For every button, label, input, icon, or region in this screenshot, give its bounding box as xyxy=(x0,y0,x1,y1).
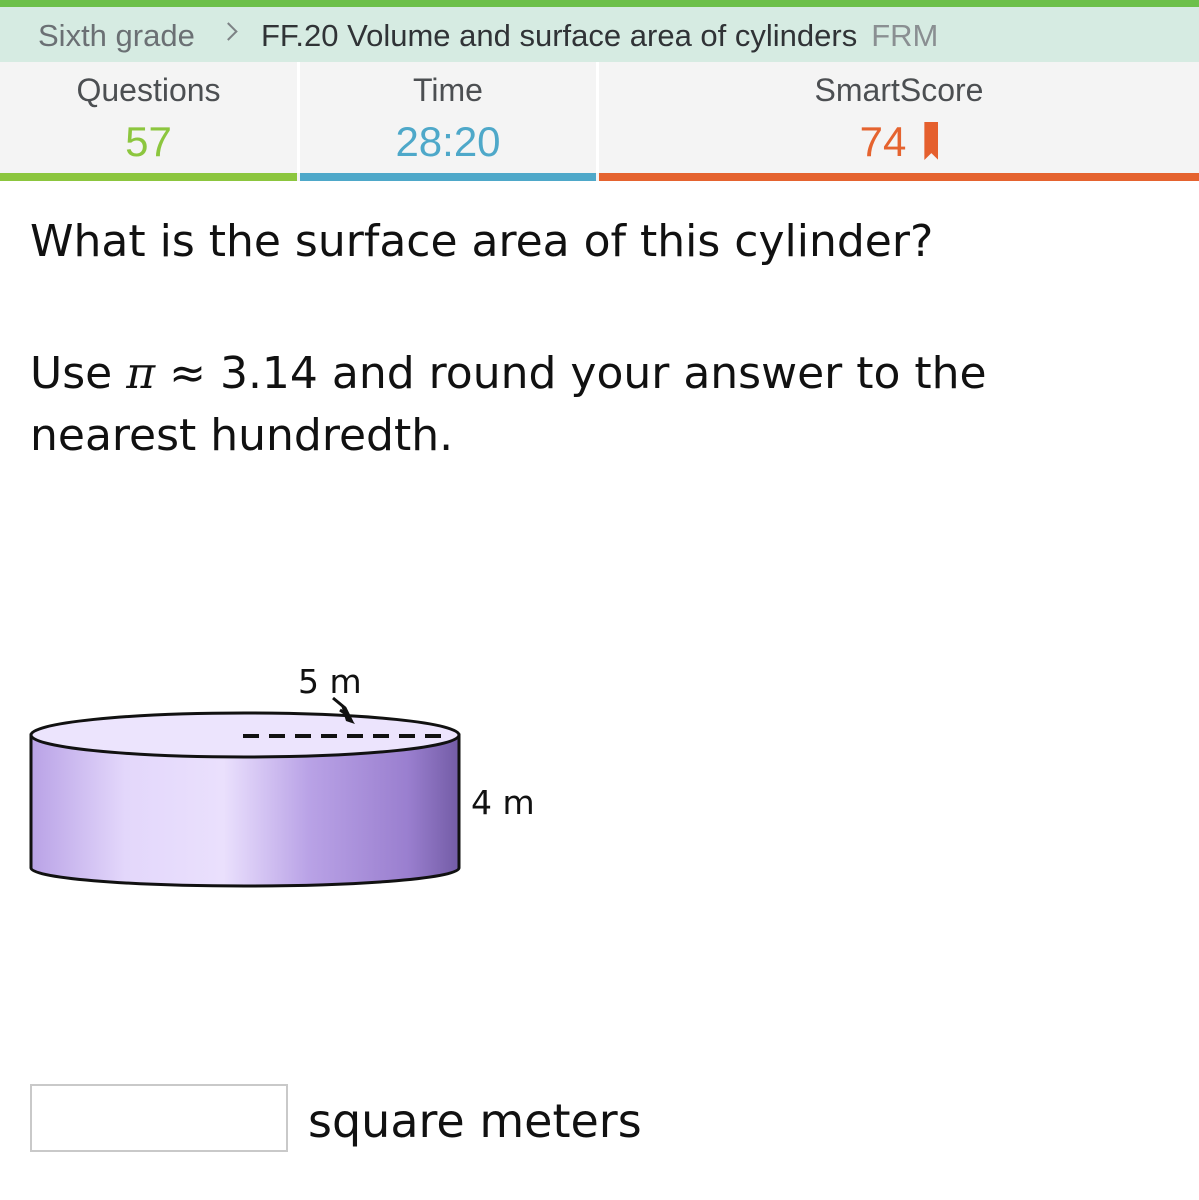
instruction-suffix: ≈ 3.14 and round your answer to the near… xyxy=(30,348,987,461)
instruction-prefix: Use xyxy=(30,348,127,399)
smartscore-label: SmartScore xyxy=(814,72,984,108)
chevron-right-icon xyxy=(219,22,238,41)
answer-input[interactable] xyxy=(30,1084,288,1152)
top-accent-bar xyxy=(0,0,1199,7)
radius-label: 5 m xyxy=(298,662,362,701)
time-value: 28:20 xyxy=(395,118,501,165)
breadcrumb-skill: FF.20 Volume and surface area of cylinde… xyxy=(261,18,938,54)
smartscore-value: 74 xyxy=(859,118,907,165)
breadcrumb-skill-code: FRM xyxy=(871,18,939,53)
smartscore-row: 74 xyxy=(599,118,1199,166)
breadcrumb: Sixth grade FF.20 Volume and surface are… xyxy=(0,7,1199,62)
cylinder-figure: 5 m 4 m xyxy=(0,650,620,910)
smartscore-underline xyxy=(599,173,1199,181)
breadcrumb-grade-link[interactable]: Sixth grade xyxy=(38,18,195,54)
pi-symbol: π xyxy=(126,348,156,399)
stats-bar: Questions 57 Time 28:20 SmartScore 74 xyxy=(0,62,1199,181)
question-text: What is the surface area of this cylinde… xyxy=(30,216,934,267)
time-stat[interactable]: Time 28:20 xyxy=(300,62,596,181)
time-label: Time xyxy=(413,72,483,108)
questions-value: 57 xyxy=(125,118,172,165)
questions-label: Questions xyxy=(76,72,221,108)
questions-underline xyxy=(0,173,297,181)
bookmark-flag-icon xyxy=(924,122,939,160)
questions-stat: Questions 57 xyxy=(0,62,297,181)
answer-unit: square meters xyxy=(308,1094,642,1148)
time-underline xyxy=(300,173,596,181)
instruction-text: Use π ≈ 3.14 and round your answer to th… xyxy=(30,343,1130,467)
breadcrumb-skill-title: FF.20 Volume and surface area of cylinde… xyxy=(261,18,858,53)
smartscore-stat: SmartScore 74 xyxy=(599,62,1199,181)
height-label: 4 m xyxy=(471,783,535,822)
